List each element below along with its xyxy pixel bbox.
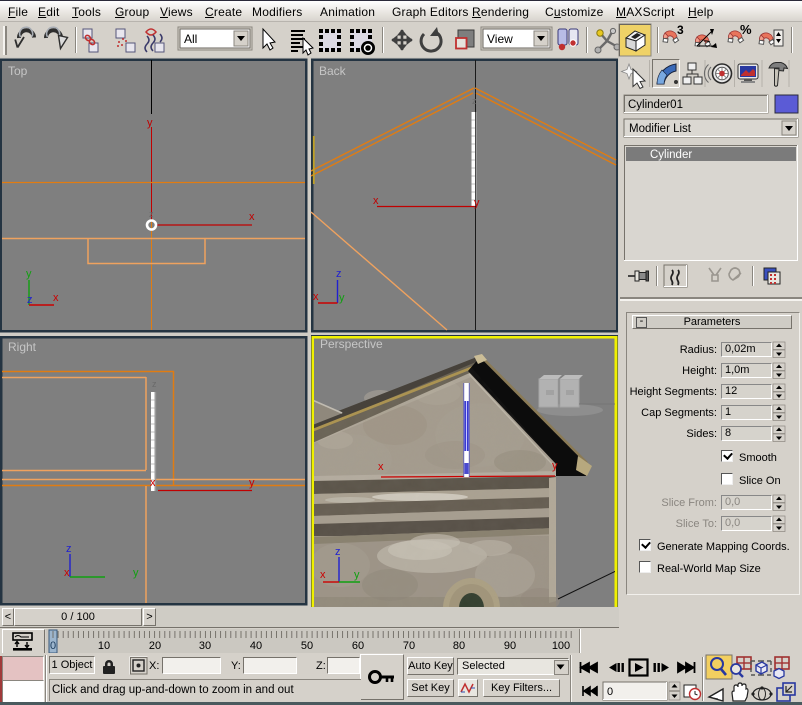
svg-text:70: 70 bbox=[403, 640, 415, 652]
svg-text:20: 20 bbox=[149, 640, 161, 652]
svg-text:x: x bbox=[64, 567, 70, 579]
svg-text:x: x bbox=[373, 195, 379, 207]
svg-text:z: z bbox=[149, 209, 154, 219]
svg-text:3: 3 bbox=[677, 23, 684, 37]
svg-text:80: 80 bbox=[453, 640, 465, 652]
svg-text:z: z bbox=[472, 96, 477, 106]
svg-text:z: z bbox=[66, 543, 72, 555]
svg-text:100: 100 bbox=[552, 640, 570, 652]
svg-text:x: x bbox=[150, 477, 156, 489]
svg-text:Back: Back bbox=[319, 64, 347, 78]
svg-text:y: y bbox=[249, 477, 255, 489]
svg-text:60: 60 bbox=[352, 640, 364, 652]
svg-text:y: y bbox=[133, 567, 139, 579]
svg-text:x: x bbox=[249, 211, 255, 223]
svg-text:0: 0 bbox=[607, 686, 613, 698]
svg-text:Top: Top bbox=[8, 64, 28, 78]
svg-text:y: y bbox=[147, 117, 153, 129]
svg-text:90: 90 bbox=[504, 640, 516, 652]
svg-text:y: y bbox=[26, 268, 32, 280]
svg-text:x: x bbox=[53, 292, 59, 304]
svg-text:Perspective: Perspective bbox=[320, 337, 383, 351]
svg-text:z: z bbox=[27, 294, 33, 306]
svg-text:Right: Right bbox=[8, 340, 37, 354]
svg-text:All: All bbox=[184, 32, 197, 46]
svg-text:y: y bbox=[552, 460, 558, 472]
svg-text:z: z bbox=[335, 546, 341, 558]
svg-text:%: % bbox=[740, 22, 752, 37]
svg-text:30: 30 bbox=[199, 640, 211, 652]
svg-text:y: y bbox=[474, 197, 480, 209]
svg-text:y: y bbox=[339, 292, 345, 304]
svg-text:z: z bbox=[152, 379, 157, 389]
svg-text:z: z bbox=[336, 268, 342, 280]
svg-text:x: x bbox=[320, 569, 326, 581]
svg-text:0: 0 bbox=[50, 640, 56, 652]
svg-text:x: x bbox=[313, 291, 319, 303]
svg-text:10: 10 bbox=[98, 640, 110, 652]
svg-text:View: View bbox=[487, 32, 513, 46]
svg-text:y: y bbox=[354, 569, 360, 581]
svg-text:50: 50 bbox=[301, 640, 313, 652]
svg-text:40: 40 bbox=[250, 640, 262, 652]
svg-text:x: x bbox=[378, 461, 384, 473]
